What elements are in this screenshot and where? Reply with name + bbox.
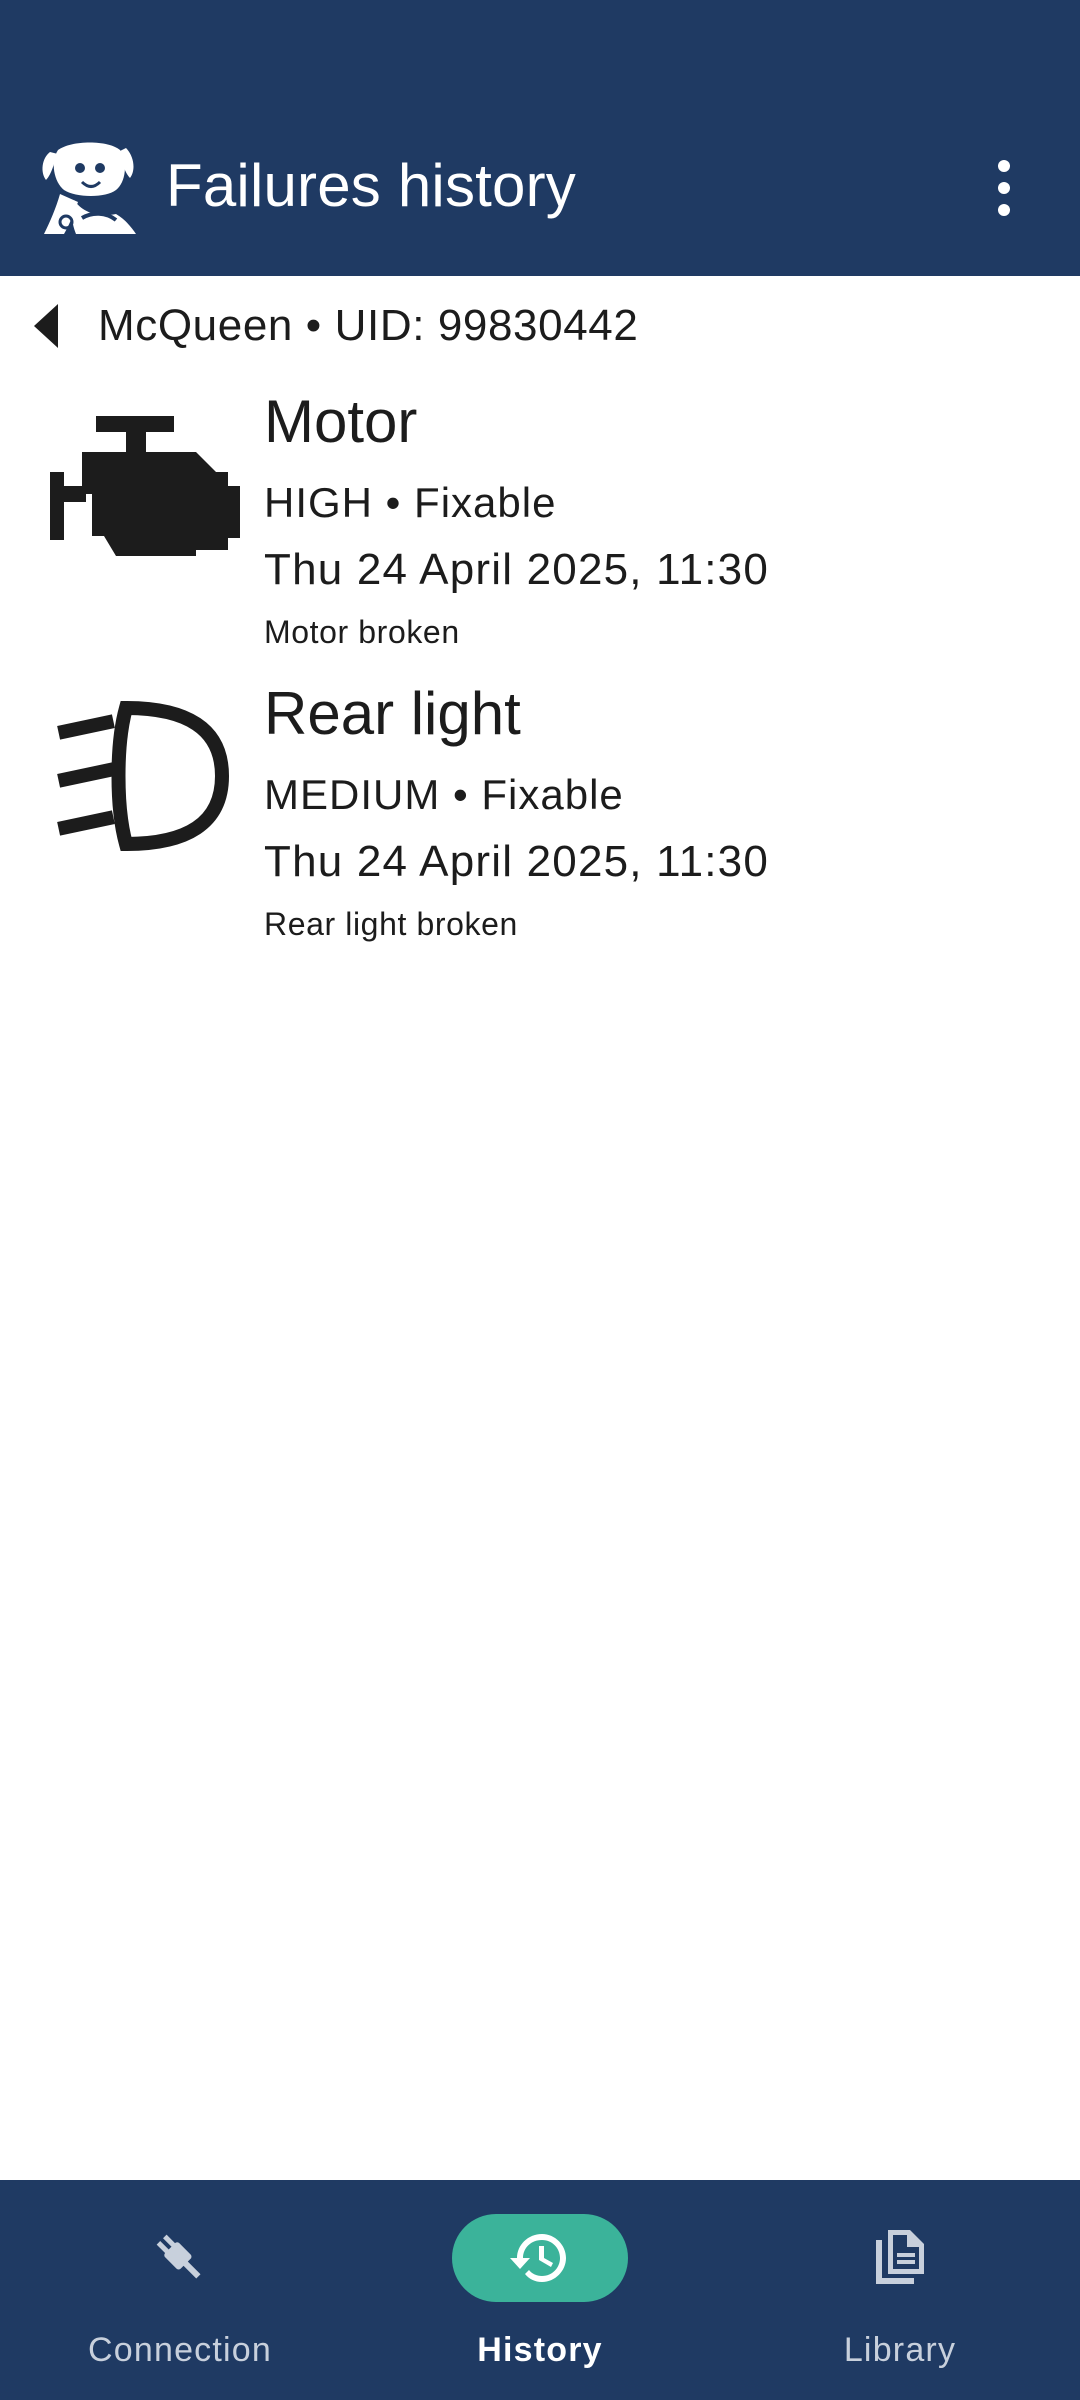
nav-label: Library (843, 2331, 957, 2369)
app-root: Failures history McQueen • UID: 99830442… (0, 0, 1080, 2400)
failure-description: Motor broken (264, 614, 460, 650)
failure-date: Thu 24 April 2025, 11:30 (264, 545, 770, 594)
plug-icon (156, 2234, 201, 2279)
failure-item-rear-light[interactable]: Rear light MEDIUM • Fixable Thu 24 April… (0, 672, 1080, 964)
bottom-navigation: Connection History Library (0, 2180, 1080, 2400)
vehicle-identifier: McQueen • UID: 99830442 (98, 301, 639, 350)
back-arrow-icon[interactable] (32, 304, 68, 348)
menu-dot (998, 182, 1010, 194)
nav-icon-container (812, 2214, 988, 2302)
nav-item-library[interactable]: Library (720, 2180, 1080, 2400)
menu-dot (998, 204, 1010, 216)
breadcrumb: McQueen • UID: 99830442 (0, 290, 1080, 362)
top-app-bar: Failures history (0, 0, 1080, 276)
failure-name: Rear light (264, 680, 521, 747)
engine-icon (50, 416, 240, 556)
nav-icon-container (452, 2214, 628, 2302)
failure-severity: HIGH • Fixable (264, 479, 557, 526)
nav-icon-container (92, 2214, 268, 2302)
failures-list: Motor HIGH • Fixable Thu 24 April 2025, … (0, 380, 1080, 964)
history-icon (510, 2234, 566, 2282)
nav-item-connection[interactable]: Connection (0, 2180, 360, 2400)
dog-mascot-logo (42, 142, 136, 234)
page-title: Failures history (166, 152, 576, 219)
more-vert-icon[interactable] (980, 160, 1028, 216)
failure-date: Thu 24 April 2025, 11:30 (264, 837, 770, 886)
nav-label: History (477, 2331, 603, 2369)
failure-item-motor[interactable]: Motor HIGH • Fixable Thu 24 April 2025, … (0, 380, 1080, 672)
nav-item-history[interactable]: History (360, 2180, 720, 2400)
failure-severity: MEDIUM • Fixable (264, 771, 624, 818)
menu-dot (998, 160, 1010, 172)
failure-description: Rear light broken (264, 906, 518, 942)
failure-name: Motor (264, 388, 418, 455)
nav-label: Connection (87, 2331, 272, 2369)
library-icon (876, 2230, 924, 2284)
headlight-icon (57, 700, 230, 852)
